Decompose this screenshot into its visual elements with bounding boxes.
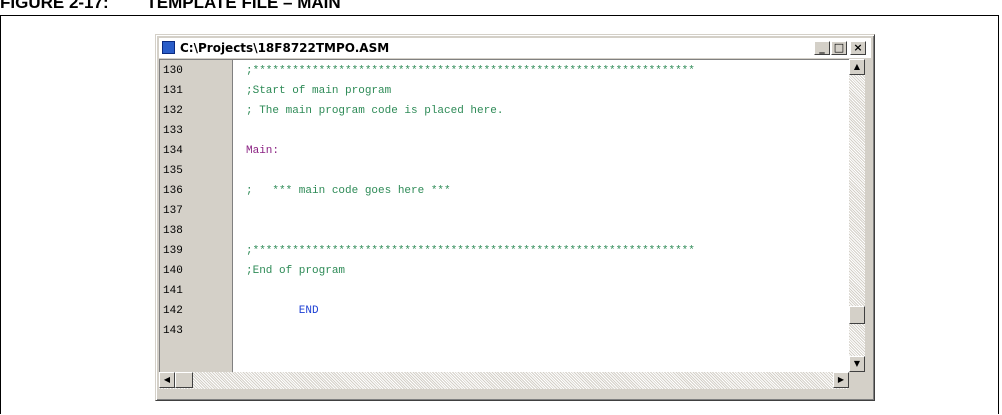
line-number: 131	[163, 85, 183, 97]
line-number: 136	[163, 185, 183, 197]
horizontal-scroll-thumb[interactable]	[175, 372, 193, 388]
line-number: 141	[163, 285, 183, 297]
scroll-up-button[interactable]: ▲	[849, 59, 865, 75]
maximize-button[interactable]: □	[831, 41, 847, 55]
horizontal-scrollbar[interactable]: ◀ ▶	[159, 372, 849, 389]
vertical-scroll-thumb[interactable]	[849, 306, 865, 325]
line-number: 130	[163, 65, 183, 77]
line-number: 133	[163, 125, 183, 137]
vertical-scrollbar[interactable]: ▲ ▼	[849, 59, 865, 372]
line-number: 138	[163, 225, 183, 237]
title-bar[interactable]: C:\Projects\18F8722TMPO.ASM _ □ ×	[159, 38, 871, 58]
code-line: END	[246, 305, 319, 317]
close-button[interactable]: ×	[850, 41, 866, 55]
code-line: ; The main program code is placed here.	[246, 105, 504, 117]
scrollbar-corner	[849, 372, 865, 389]
scroll-down-button[interactable]: ▼	[849, 356, 865, 372]
line-number: 137	[163, 205, 183, 217]
scroll-left-button[interactable]: ◀	[159, 372, 175, 388]
window-title: C:\Projects\18F8722TMPO.ASM	[180, 41, 390, 55]
line-number: 135	[163, 165, 183, 177]
code-line: ;***************************************…	[246, 65, 695, 77]
code-line: ;***************************************…	[246, 245, 695, 257]
scroll-right-button[interactable]: ▶	[833, 372, 849, 388]
line-number: 132	[163, 105, 183, 117]
code-editor[interactable]: 130 ;************************************…	[159, 59, 849, 372]
code-line: ; *** main code goes here ***	[246, 185, 451, 197]
line-number: 142	[163, 305, 183, 317]
code-line: ;End of program	[246, 265, 346, 277]
minimize-button[interactable]: _	[814, 41, 830, 55]
figure-caption: FIGURE 2-17: TEMPLATE FILE – MAIN	[0, 0, 341, 12]
code-line: ;Start of main program	[246, 85, 392, 97]
line-number: 139	[163, 245, 183, 257]
line-number: 140	[163, 265, 183, 277]
code-line: Main:	[246, 145, 280, 157]
line-number: 134	[163, 145, 183, 157]
file-icon	[162, 41, 175, 54]
editor-window: C:\Projects\18F8722TMPO.ASM _ □ × 130 ;**…	[155, 34, 875, 401]
line-number: 143	[163, 325, 183, 337]
